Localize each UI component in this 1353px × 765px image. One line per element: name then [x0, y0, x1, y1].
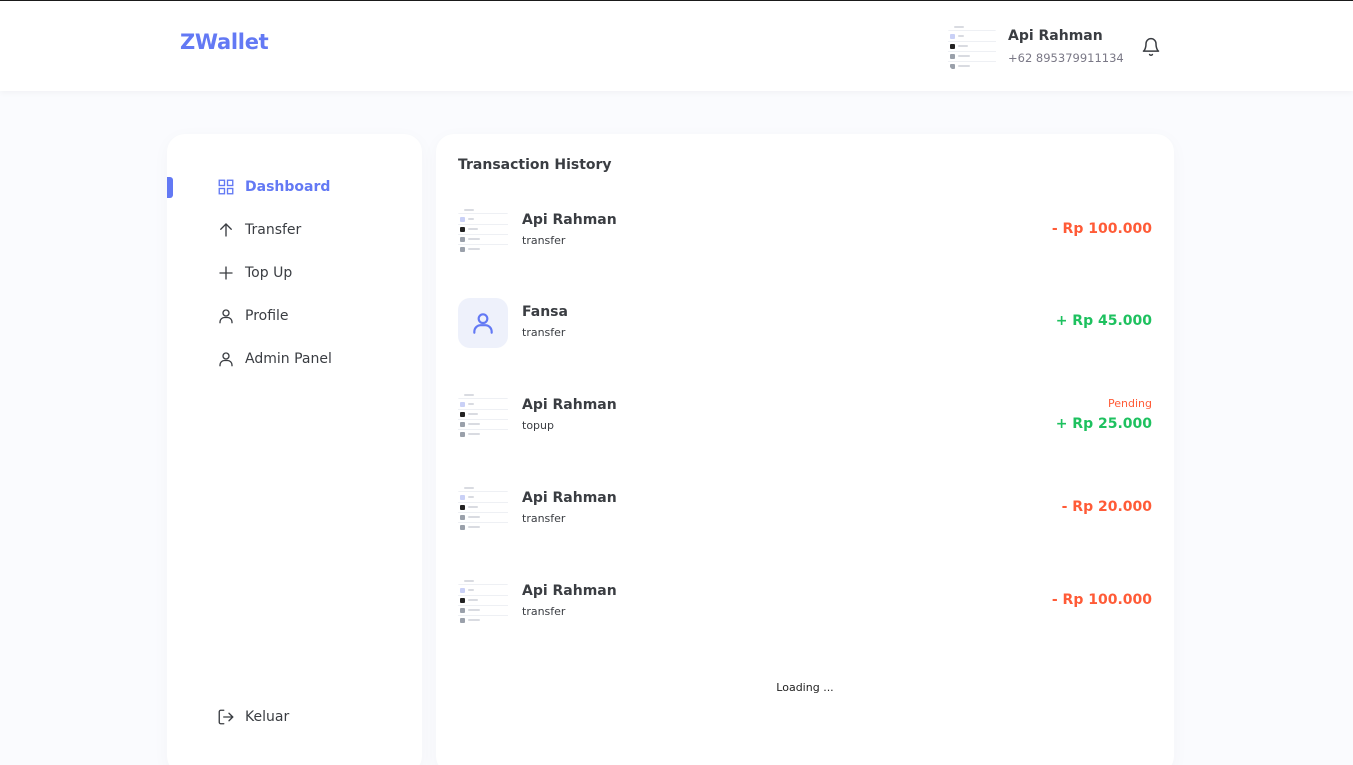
transaction-type: topup: [522, 419, 554, 432]
sidebar-item-admin-panel[interactable]: Admin Panel: [217, 348, 332, 370]
sidebar-item-label: Profile: [245, 308, 289, 324]
transaction-amount: - Rp 20.000: [1061, 499, 1152, 515]
bell-icon[interactable]: [1141, 36, 1161, 58]
user-avatar[interactable]: [948, 23, 996, 71]
active-indicator: [167, 177, 173, 198]
page-title: Transaction History: [458, 157, 612, 173]
transaction-row[interactable]: Api Rahman transfer - Rp 100.000: [458, 577, 1152, 629]
status-badge: Pending: [1108, 397, 1152, 410]
transaction-type: transfer: [522, 512, 566, 525]
transaction-amount: - Rp 100.000: [1051, 592, 1152, 608]
sidebar-item-label: Dashboard: [245, 179, 331, 195]
sidebar-item-label: Transfer: [245, 222, 302, 238]
user-name: Api Rahman: [1008, 28, 1103, 44]
logout-icon: [218, 709, 234, 725]
transaction-amount: + Rp 45.000: [1055, 313, 1152, 329]
avatar-image: [458, 484, 508, 534]
transaction-type: transfer: [522, 234, 566, 247]
grid-icon: [218, 179, 234, 195]
transaction-name: Api Rahman: [522, 397, 617, 413]
sidebar-item-top-up[interactable]: Top Up: [217, 262, 292, 284]
transaction-type: transfer: [522, 605, 566, 618]
transaction-type: transfer: [522, 326, 566, 339]
avatar-image: [458, 391, 508, 441]
transaction-row[interactable]: Api Rahman topup Pending + Rp 25.000: [458, 391, 1152, 443]
transaction-row[interactable]: Fansa transfer + Rp 45.000: [458, 298, 1152, 350]
arrow-up-icon: [220, 223, 232, 237]
user-icon: [219, 352, 233, 367]
transaction-name: Fansa: [522, 304, 568, 320]
sidebar-item-profile[interactable]: Profile: [217, 305, 289, 327]
sidebar-item-transfer[interactable]: Transfer: [217, 219, 301, 241]
sidebar-item-dashboard[interactable]: Dashboard: [217, 176, 330, 198]
transaction-name: Api Rahman: [522, 583, 617, 599]
top-navbar: ZWallet Api Rahman +62 895379911134: [0, 0, 1353, 91]
avatar-image: [458, 206, 508, 256]
plus-icon: [219, 266, 233, 280]
user-icon: [473, 313, 493, 334]
brand-logo[interactable]: ZWallet: [180, 30, 269, 54]
user-phone: +62 895379911134: [1008, 51, 1124, 65]
transaction-name: Api Rahman: [522, 490, 617, 506]
sidebar-item-label: Top Up: [245, 265, 293, 281]
avatar-image: [948, 23, 996, 71]
logout-button[interactable]: Keluar: [217, 706, 289, 728]
sidebar: Dashboard Transfer Top Up Profile Admin …: [167, 134, 422, 765]
transaction-row[interactable]: Api Rahman transfer - Rp 100.000: [458, 206, 1152, 258]
transaction-name: Api Rahman: [522, 212, 617, 228]
user-icon: [219, 309, 233, 324]
transaction-history-panel: Transaction History Api Rahman transfer …: [436, 134, 1174, 765]
avatar-image: [458, 577, 508, 627]
transaction-row[interactable]: Api Rahman transfer - Rp 20.000: [458, 484, 1152, 536]
transaction-amount: + Rp 25.000: [1055, 416, 1152, 432]
logout-label: Keluar: [245, 709, 290, 725]
loading-indicator: Loading ...: [776, 681, 834, 694]
sidebar-item-label: Admin Panel: [245, 351, 332, 367]
transaction-amount: - Rp 100.000: [1051, 221, 1152, 237]
avatar-placeholder: [458, 298, 508, 348]
